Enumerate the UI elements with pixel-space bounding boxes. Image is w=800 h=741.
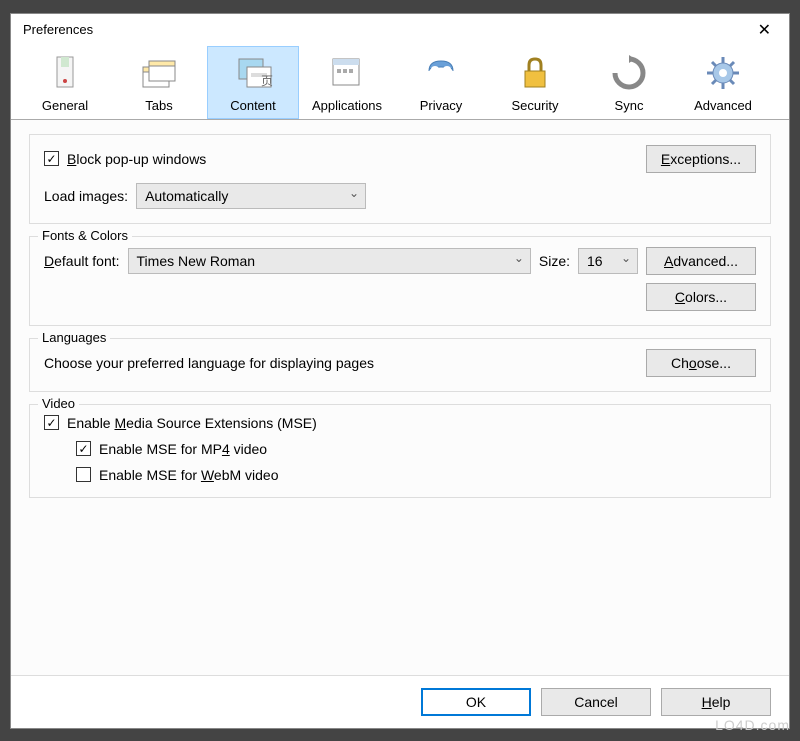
default-font-select[interactable]: Times New Roman: [128, 248, 531, 274]
toolbar-sync[interactable]: Sync: [583, 46, 675, 119]
watermark: LO4D.com: [715, 717, 790, 733]
video-group: Video ✓ Enable Media Source Extensions (…: [29, 404, 771, 498]
mp4-checkbox[interactable]: ✓: [76, 441, 91, 456]
content-panel: ✓ Block pop-up windows Exceptions... Loa…: [11, 120, 789, 675]
mp4-label: Enable MSE for MP4 video: [99, 441, 267, 457]
fonts-advanced-button[interactable]: Advanced...: [646, 247, 756, 275]
security-icon: [512, 50, 558, 96]
toolbar-applications[interactable]: Applications: [301, 46, 393, 119]
webm-label: Enable MSE for WebM video: [99, 467, 279, 483]
size-select[interactable]: 16: [578, 248, 638, 274]
svg-text:页: 页: [261, 74, 273, 88]
general-icon: [42, 50, 88, 96]
tabs-icon: [136, 50, 182, 96]
languages-group: Languages Choose your preferred language…: [29, 338, 771, 392]
advanced-icon: [700, 50, 746, 96]
mse-checkbox[interactable]: ✓: [44, 415, 59, 430]
toolbar-privacy-label: Privacy: [420, 98, 463, 113]
toolbar-sync-label: Sync: [615, 98, 644, 113]
toolbar-advanced[interactable]: Advanced: [677, 46, 769, 119]
fonts-group: Fonts & Colors Default font: Times New R…: [29, 236, 771, 326]
video-legend: Video: [38, 396, 79, 411]
block-popups-label: Block pop-up windows: [67, 151, 206, 167]
dialog-footer: OK Cancel Help: [11, 675, 789, 728]
cancel-button[interactable]: Cancel: [541, 688, 651, 716]
default-font-label: Default font:: [44, 253, 120, 269]
languages-desc: Choose your preferred language for displ…: [44, 355, 374, 371]
toolbar-content-label: Content: [230, 98, 276, 113]
toolbar-general[interactable]: General: [19, 46, 111, 119]
webm-checkbox[interactable]: [76, 467, 91, 482]
applications-icon: [324, 50, 370, 96]
toolbar-privacy[interactable]: Privacy: [395, 46, 487, 119]
size-label: Size:: [539, 253, 570, 269]
colors-button[interactable]: Colors...: [646, 283, 756, 311]
help-button[interactable]: Help: [661, 688, 771, 716]
toolbar-applications-label: Applications: [312, 98, 382, 113]
toolbar-content[interactable]: 页 Content: [207, 46, 299, 119]
sync-icon: [606, 50, 652, 96]
block-popups-checkbox[interactable]: ✓: [44, 151, 59, 166]
close-icon[interactable]: ✕: [752, 20, 777, 40]
toolbar-security-label: Security: [512, 98, 559, 113]
toolbar-general-label: General: [42, 98, 88, 113]
content-icon: 页: [230, 50, 276, 96]
load-images-label: Load images:: [44, 188, 128, 204]
toolbar: General Tabs 页 Content Applications Priv…: [11, 44, 789, 120]
window-title: Preferences: [23, 22, 93, 37]
mse-label: Enable Media Source Extensions (MSE): [67, 415, 317, 431]
load-images-select[interactable]: Automatically: [136, 183, 366, 209]
privacy-icon: [418, 50, 464, 96]
toolbar-security[interactable]: Security: [489, 46, 581, 119]
ok-button[interactable]: OK: [421, 688, 531, 716]
choose-button[interactable]: Choose...: [646, 349, 756, 377]
languages-legend: Languages: [38, 330, 110, 345]
toolbar-advanced-label: Advanced: [694, 98, 752, 113]
exceptions-button[interactable]: Exceptions...: [646, 145, 756, 173]
toolbar-tabs[interactable]: Tabs: [113, 46, 205, 119]
popup-group: ✓ Block pop-up windows Exceptions... Loa…: [29, 134, 771, 224]
titlebar: Preferences ✕: [11, 14, 789, 44]
preferences-window: Preferences ✕ General Tabs 页 Content Ap: [10, 13, 790, 729]
fonts-legend: Fonts & Colors: [38, 228, 132, 243]
toolbar-tabs-label: Tabs: [145, 98, 172, 113]
